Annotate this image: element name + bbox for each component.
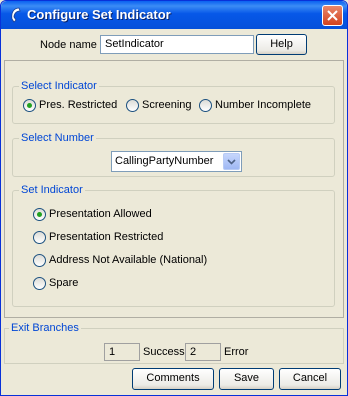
radio-button[interactable]	[126, 99, 139, 112]
radio-button-selected[interactable]	[23, 99, 36, 112]
select-number-group: Select Number CallingPartyNumber	[12, 132, 335, 177]
radio-label: Number Incomplete	[215, 99, 311, 111]
success-count: 1	[104, 343, 140, 361]
dropdown-arrow[interactable]	[223, 153, 240, 170]
node-name-label: Node name	[40, 39, 97, 51]
number-select-value: CallingPartyNumber	[115, 155, 214, 167]
set-indicator-legend: Set Indicator	[19, 184, 85, 196]
select-indicator-group: Select Indicator Pres. Restricted Screen…	[12, 80, 335, 124]
node-name-field[interactable]: SetIndicator	[100, 35, 254, 54]
cancel-button[interactable]: Cancel	[279, 368, 341, 390]
error-label: Error	[224, 346, 249, 358]
radio-label: Address Not Available (National)	[49, 254, 208, 266]
radio-label: Presentation Restricted	[49, 231, 164, 243]
select-indicator-legend: Select Indicator	[19, 80, 99, 92]
radio-button[interactable]	[199, 99, 212, 112]
radio-button[interactable]	[33, 254, 46, 267]
radio-label: Presentation Allowed	[49, 208, 152, 220]
success-label: Success	[143, 346, 185, 358]
radio-button-selected[interactable]	[33, 208, 46, 221]
radio-button[interactable]	[33, 231, 46, 244]
title-bar[interactable]: Configure Set Indicator	[1, 1, 347, 29]
radio-button[interactable]	[33, 277, 46, 290]
settings-panel: Select Indicator Pres. Restricted Screen…	[4, 60, 344, 318]
dialog-window: Configure Set Indicator Node name SetInd…	[0, 0, 348, 396]
radio-label: Spare	[49, 277, 79, 289]
save-button[interactable]: Save	[219, 368, 274, 390]
number-select[interactable]: CallingPartyNumber	[111, 151, 242, 172]
help-button[interactable]: Help	[256, 34, 307, 55]
phone-icon	[11, 7, 21, 23]
radio-label: Screening	[142, 99, 192, 111]
select-number-legend: Select Number	[19, 132, 96, 144]
close-button[interactable]	[322, 5, 343, 26]
comments-button[interactable]: Comments	[132, 368, 214, 390]
set-indicator-group: Set Indicator Presentation Allowed Prese…	[12, 184, 335, 307]
exit-branches-group: Exit Branches 1 Success 2 Error	[4, 322, 344, 364]
error-count: 2	[185, 343, 221, 361]
window-title: Configure Set Indicator	[27, 7, 171, 22]
exit-branches-legend: Exit Branches	[9, 322, 81, 334]
close-icon	[327, 10, 338, 21]
radio-label: Pres. Restricted	[39, 99, 118, 111]
chevron-down-icon	[227, 159, 236, 165]
dialog-content: Node name SetIndicator Help Select Indic…	[4, 30, 344, 392]
